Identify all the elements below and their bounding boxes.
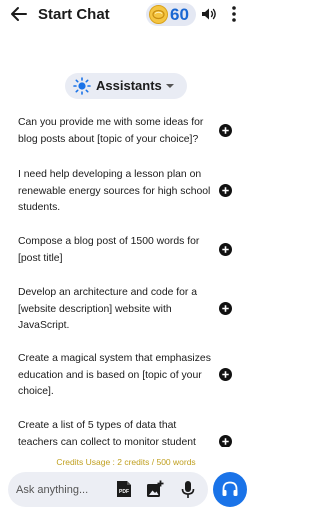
coin-balance-badge[interactable]: 60: [146, 3, 196, 26]
prompt-text: I need help developing a lesson plan on …: [18, 169, 211, 213]
caret-down-icon: [166, 84, 174, 88]
prompt-item[interactable]: Create a magical system that emphasizes …: [18, 351, 243, 401]
chat-input-bar: PDF: [8, 472, 208, 507]
more-options-button[interactable]: [229, 4, 239, 24]
assistants-dropdown[interactable]: Assistants: [65, 73, 187, 99]
voice-assistant-button[interactable]: [213, 472, 247, 507]
prompt-text: Can you provide me with some ideas for b…: [18, 117, 204, 145]
volume-icon: [202, 8, 216, 20]
prompt-item[interactable]: Compose a blog post of 1500 words for [p…: [18, 234, 243, 267]
attach-pdf-button[interactable]: PDF: [116, 480, 132, 498]
prompt-text: Create a magical system that emphasizes …: [18, 353, 211, 397]
prompt-item[interactable]: Create a list of 5 types of data that te…: [18, 418, 243, 447]
arrow-left-icon: [11, 7, 27, 21]
headset-icon: [222, 481, 238, 496]
add-image-icon: [147, 480, 164, 497]
add-circle-icon[interactable]: [219, 368, 232, 381]
svg-text:PDF: PDF: [119, 489, 129, 495]
prompt-item[interactable]: Can you provide me with some ideas for b…: [18, 115, 243, 148]
add-circle-icon[interactable]: [219, 184, 232, 197]
microphone-icon: [181, 481, 195, 498]
assistants-label: Assistants: [96, 78, 162, 93]
sun-icon: [73, 77, 91, 95]
coin-icon: [149, 5, 168, 24]
attach-image-button[interactable]: [146, 480, 164, 498]
add-circle-icon[interactable]: [219, 124, 232, 137]
add-circle-icon[interactable]: [219, 302, 232, 315]
prompt-item[interactable]: I need help developing a lesson plan on …: [18, 167, 243, 217]
prompt-suggestion-list: Can you provide me with some ideas for b…: [0, 105, 252, 447]
top-bar: Start Chat 60: [0, 0, 252, 30]
volume-button[interactable]: [200, 5, 218, 23]
page-title: Start Chat: [38, 6, 110, 23]
prompt-text: Compose a blog post of 1500 words for [p…: [18, 236, 200, 264]
credits-usage-text: Credits Usage : 2 credits / 500 words: [56, 457, 196, 467]
add-circle-icon[interactable]: [219, 435, 232, 447]
microphone-button[interactable]: [181, 480, 195, 499]
prompt-item[interactable]: Develop an architecture and code for a […: [18, 285, 243, 335]
prompt-text: Create a list of 5 types of data that te…: [18, 420, 196, 447]
ask-input[interactable]: [16, 480, 112, 500]
more-vertical-icon: [232, 6, 236, 22]
pdf-icon: PDF: [117, 481, 131, 497]
coin-count: 60: [170, 5, 189, 24]
prompt-text: Develop an architecture and code for a […: [18, 287, 198, 331]
add-circle-icon[interactable]: [219, 243, 232, 256]
back-button[interactable]: [8, 4, 30, 24]
